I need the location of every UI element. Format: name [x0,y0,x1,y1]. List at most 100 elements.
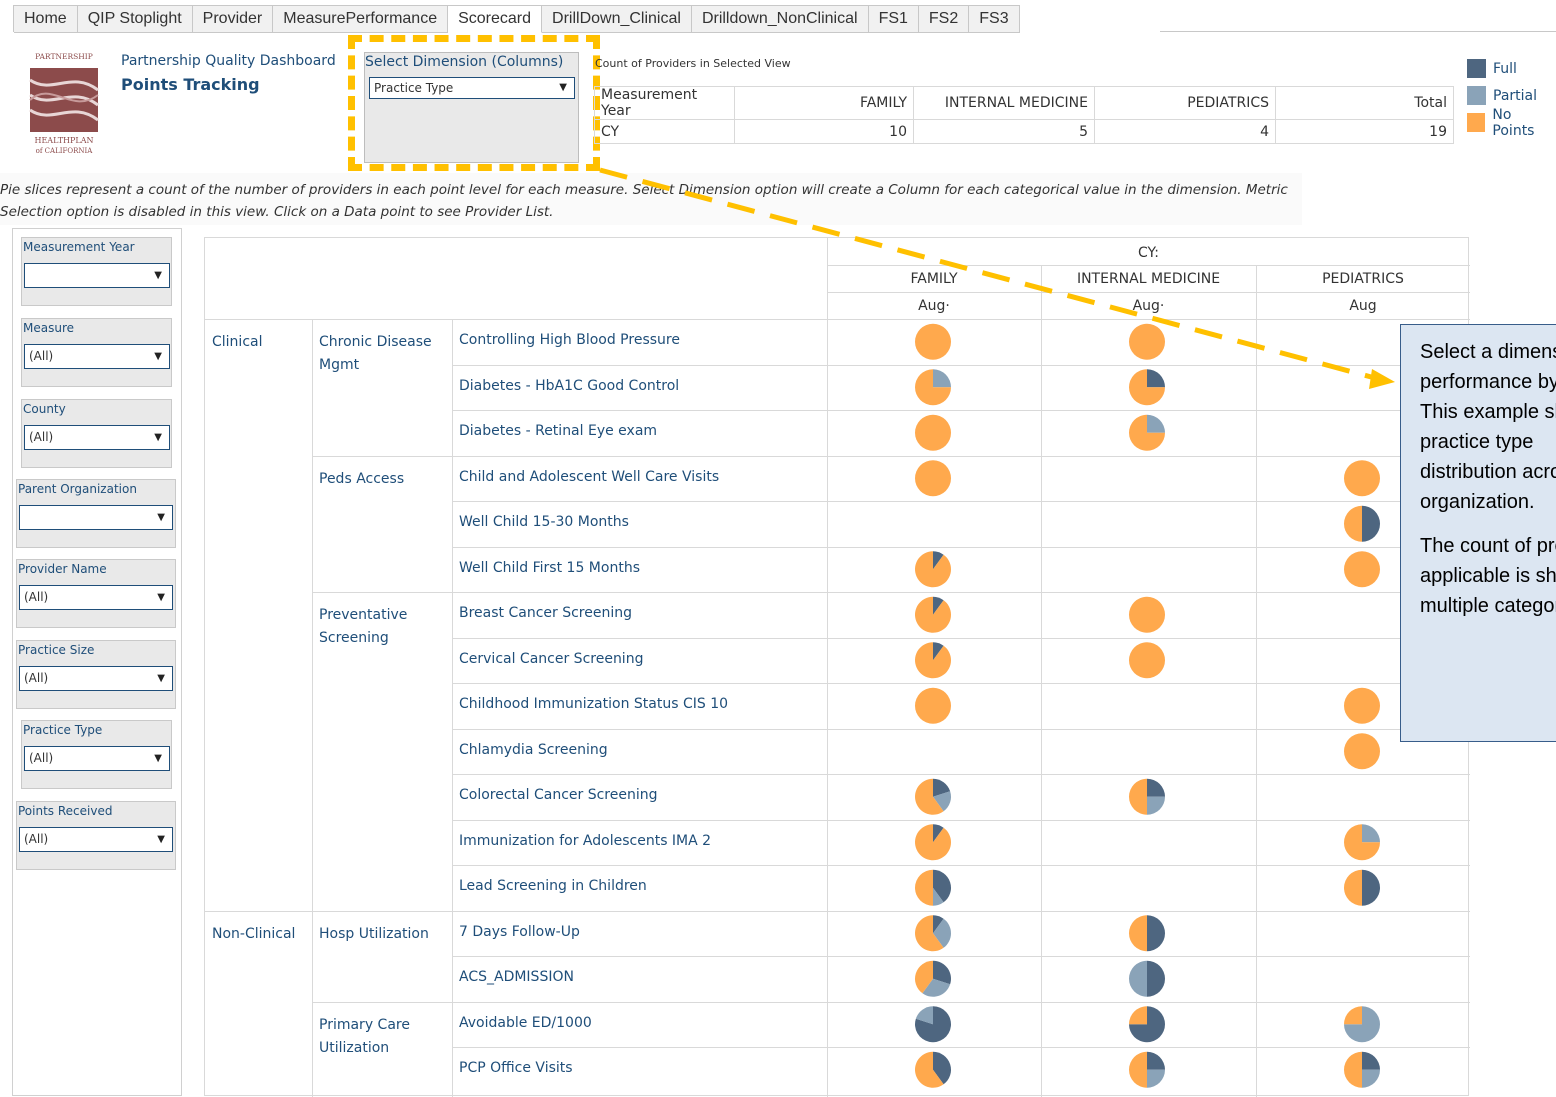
pie-chart[interactable] [915,596,952,633]
pie-chart[interactable] [1344,824,1380,861]
pie-slice[interactable] [1129,323,1165,360]
tab-home[interactable]: Home [14,6,78,33]
filter-dropdown-points-received[interactable]: (All) ▼ [19,827,173,852]
pie-slice[interactable] [1147,960,1165,997]
tab-fs3[interactable]: FS3 [969,6,1020,33]
pie-slice[interactable] [1147,369,1165,388]
legend-item[interactable]: No Points [1467,107,1556,139]
tab-fs1[interactable]: FS1 [868,6,919,33]
tab-qip-stoplight[interactable]: QIP Stoplight [77,6,193,33]
count-cell-internal-medicine[interactable]: 5 [913,119,1095,144]
pie-chart[interactable] [915,824,952,861]
pie-chart[interactable] [1129,960,1165,997]
pie-chart[interactable] [1129,778,1165,815]
pie-slice[interactable] [1147,778,1165,797]
pie-chart[interactable] [915,869,952,906]
pie-slice[interactable] [1129,1006,1147,1025]
pie-chart[interactable] [1344,551,1380,588]
pie-slice[interactable] [1129,960,1147,997]
pie-slice[interactable] [1147,915,1165,952]
pie-slice[interactable] [915,869,933,906]
pie-chart[interactable] [1344,505,1380,542]
pie-slice[interactable] [1147,1069,1165,1088]
tab-scorecard[interactable]: Scorecard [448,6,543,33]
chevron-down-icon: ▼ [157,673,165,684]
filter-dropdown-practice-type[interactable]: (All) ▼ [24,746,170,771]
filter-dropdown-measure[interactable]: (All) ▼ [24,344,170,369]
tab-drilldown-clinical[interactable]: DrillDown_Clinical [542,6,692,33]
pie-chart[interactable] [915,915,951,952]
pie-slice[interactable] [915,551,952,588]
pie-chart[interactable] [1129,369,1165,406]
pie-chart[interactable] [915,687,951,724]
pie-slice[interactable] [1344,687,1380,724]
pie-chart[interactable] [1344,687,1380,724]
pie-slice[interactable] [1147,414,1165,433]
pie-slice[interactable] [1129,778,1147,815]
pie-chart[interactable] [915,414,951,451]
pie-chart[interactable] [915,551,952,588]
pie-slice[interactable] [933,369,951,388]
pie-slice[interactable] [1147,796,1165,815]
filter-dropdown-practice-size[interactable]: (All) ▼ [19,666,173,691]
pie-slice[interactable] [915,460,951,497]
pie-slice[interactable] [1344,733,1380,770]
pie-chart[interactable] [1129,642,1165,679]
dashboard-title: Partnership Quality Dashboard [121,53,336,69]
pie-slice[interactable] [1344,551,1380,588]
chevron-down-icon: ▼ [154,753,162,764]
pie-chart[interactable] [915,1006,952,1043]
filter-dropdown-measurement-year[interactable]: ▼ [24,263,170,288]
pie-chart[interactable] [915,642,952,679]
pie-chart[interactable] [915,1051,952,1088]
pie-slice[interactable] [1129,915,1147,952]
pie-chart[interactable] [1344,1051,1380,1088]
pie-chart[interactable] [1129,1051,1165,1088]
pie-slice[interactable] [1344,1051,1362,1088]
pie-slice[interactable] [1129,642,1165,679]
count-cell-family[interactable]: 10 [734,119,914,144]
pie-chart[interactable] [1129,1006,1165,1043]
pie-chart[interactable] [1344,869,1380,906]
count-header-year: Measurement Year [594,86,735,120]
filter-dropdown-provider-name[interactable]: (All) ▼ [19,585,173,610]
pie-slice[interactable] [1344,505,1362,542]
count-cell-pediatrics[interactable]: 4 [1094,119,1276,144]
tab-drilldown-nonclinical[interactable]: Drilldown_NonClinical [691,6,869,33]
pie-slice[interactable] [1344,460,1380,497]
pie-chart[interactable] [1344,460,1380,497]
pie-chart[interactable] [915,369,951,406]
filter-dropdown-parent-organization[interactable]: ▼ [19,505,173,530]
tab-provider[interactable]: Provider [192,6,274,33]
count-cell-total[interactable]: 19 [1275,119,1454,144]
legend-item[interactable]: Full [1467,55,1556,82]
pie-slice[interactable] [1362,869,1380,906]
pie-slice[interactable] [1362,1051,1380,1070]
tab-fs2[interactable]: FS2 [918,6,970,33]
filter-dropdown-county[interactable]: (All) ▼ [24,425,170,450]
pie-slice[interactable] [1129,1051,1147,1088]
partnership-logo: PARTNERSHIP HEALTHPLAN of CALIFORNIA [27,50,101,162]
pie-chart[interactable] [1129,414,1165,451]
pie-chart[interactable] [1129,323,1165,360]
tab-measureperformance[interactable]: MeasurePerformance [273,6,449,33]
pie-slice[interactable] [1344,869,1362,906]
pie-slice[interactable] [1362,824,1380,843]
pie-slice[interactable] [915,687,951,724]
pie-slice[interactable] [1362,1069,1380,1088]
pie-chart[interactable] [1344,1006,1380,1043]
pie-chart[interactable] [915,460,951,497]
pie-slice[interactable] [1344,1006,1362,1025]
pie-chart[interactable] [915,778,951,815]
pie-slice[interactable] [1147,1051,1165,1070]
pie-slice[interactable] [1129,596,1165,633]
pie-slice[interactable] [1362,505,1380,542]
pie-slice[interactable] [915,323,951,360]
pie-slice[interactable] [915,414,951,451]
pie-chart[interactable] [1129,915,1165,952]
legend-item[interactable]: Partial [1467,82,1556,109]
pie-chart[interactable] [1129,596,1165,633]
pie-chart[interactable] [915,323,951,360]
pie-chart[interactable] [914,960,952,997]
pie-chart[interactable] [1344,733,1380,770]
